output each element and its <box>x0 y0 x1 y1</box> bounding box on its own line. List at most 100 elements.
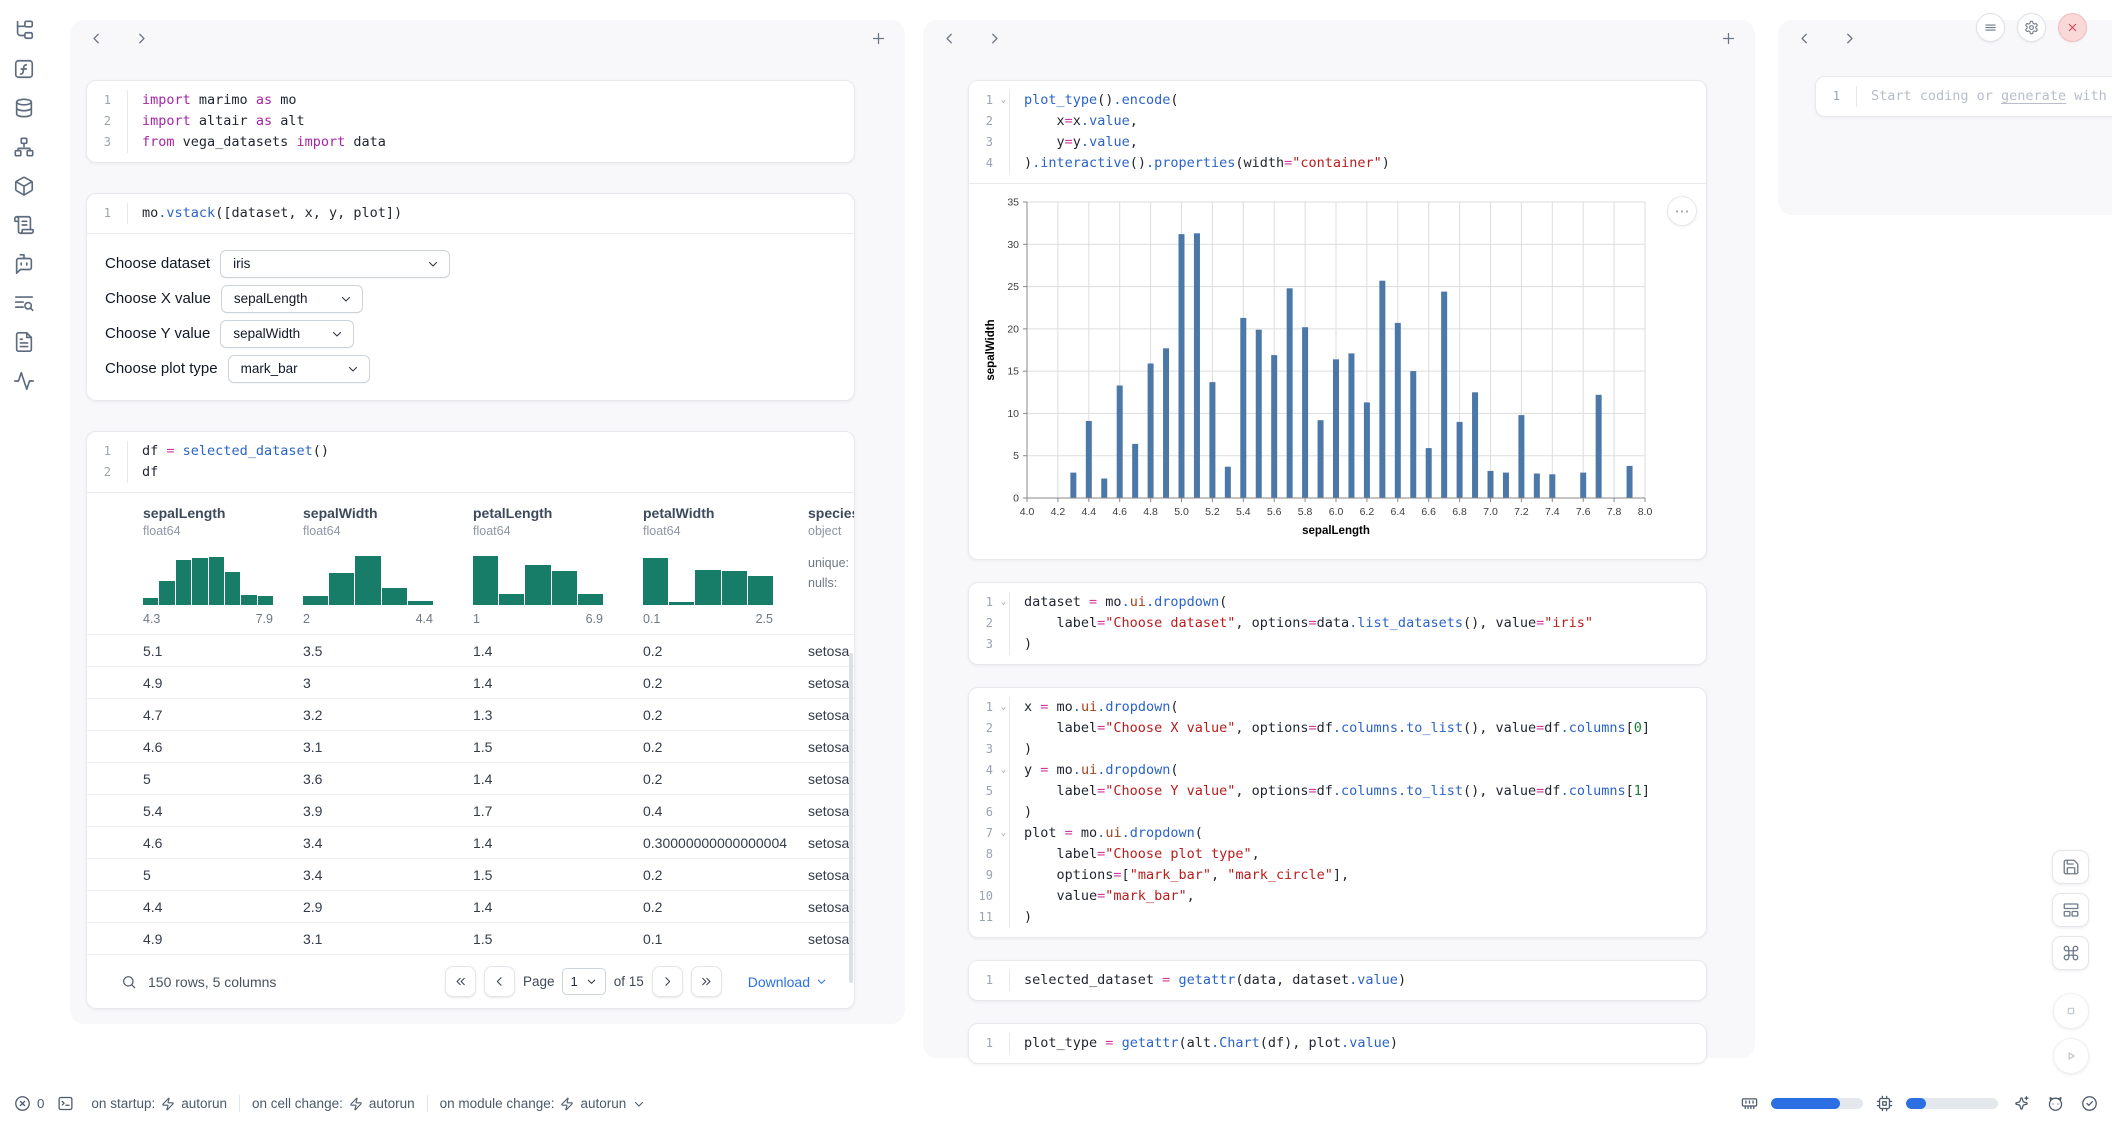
fold-chevron-icon[interactable]: ⌄ <box>1001 760 1006 781</box>
table-row[interactable]: 5.43.91.70.4setosa <box>87 794 854 826</box>
table-scrollbar[interactable] <box>849 653 853 983</box>
cell-output-chart: ⋯ 4.04.24.44.64.85.05.25.45.65.86.06.26.… <box>969 183 1706 559</box>
code-editor[interactable]: 1import marimo as mo2import altair as al… <box>87 81 854 162</box>
generate-with-ai-link[interactable]: generate <box>2001 88 2066 104</box>
runtime-config-on-cell-change[interactable]: on cell change:autorun <box>246 1095 421 1112</box>
terminal-button[interactable] <box>55 1093 76 1114</box>
column-header-petalLength[interactable]: petalLengthfloat6416.9 <box>473 505 643 626</box>
add-cell-button[interactable] <box>1718 28 1739 52</box>
close-panel-button[interactable] <box>2058 13 2087 42</box>
fold-chevron-icon[interactable]: ⌄ <box>1001 90 1006 111</box>
table-row[interactable]: 53.41.50.2setosa <box>87 858 854 890</box>
run-all-button[interactable] <box>2053 1038 2089 1074</box>
cell-plot[interactable]: 1⌄plot_type().encode(2 x=x.value,3 y=y.v… <box>968 80 1707 560</box>
code-line: 2df <box>87 462 854 483</box>
cell-dataset-dropdown[interactable]: 1⌄dataset = mo.ui.dropdown(2 label="Choo… <box>968 582 1707 665</box>
dataset-select[interactable]: iris <box>220 250 450 278</box>
errors-button[interactable]: 0 <box>12 1093 46 1114</box>
first-page-button[interactable] <box>445 966 476 997</box>
cell-xy-plot-dropdowns[interactable]: 1⌄x = mo.ui.dropdown(2 label="Choose X v… <box>968 687 1707 938</box>
panel-back-button[interactable] <box>1794 28 1815 52</box>
chart-options-button[interactable]: ⋯ <box>1667 196 1697 226</box>
sidebar-item-ai-chat[interactable] <box>11 252 37 278</box>
search-icon[interactable] <box>121 974 137 990</box>
command-icon <box>2062 944 2080 962</box>
save-button[interactable] <box>2052 850 2089 884</box>
fold-chevron-icon[interactable]: ⌄ <box>1001 697 1006 718</box>
sidebar-item-tracing[interactable] <box>11 369 37 395</box>
sidebar-item-packages[interactable] <box>11 174 37 200</box>
chevrons-left-icon <box>453 974 468 989</box>
code-editor[interactable]: 1plot_type = getattr(alt.Chart(df), plot… <box>969 1024 1706 1063</box>
table-row[interactable]: 53.61.40.2setosa <box>87 762 854 794</box>
sidebar-item-files[interactable] <box>11 18 37 44</box>
panel-forward-button[interactable] <box>131 28 152 52</box>
sidebar-item-snippets[interactable] <box>11 291 37 317</box>
code-editor[interactable]: 1df = selected_dataset()2df <box>87 432 854 492</box>
sidebar-item-dependency-graph[interactable] <box>11 135 37 161</box>
command-palette-button[interactable] <box>2052 936 2089 970</box>
panel-back-button[interactable] <box>86 28 107 52</box>
feedback-button[interactable] <box>2045 1093 2066 1114</box>
table-row[interactable]: 4.931.40.2setosa <box>87 666 854 698</box>
bot-icon <box>13 253 35 275</box>
sidebar-item-variables[interactable] <box>11 57 37 83</box>
column-header-species[interactable]: speciesobjectunique:nulls: <box>808 505 855 626</box>
table-cell: 1.4 <box>473 675 643 691</box>
column-header-sepalWidth[interactable]: sepalWidthfloat6424.4 <box>303 505 473 626</box>
last-page-button[interactable] <box>691 966 722 997</box>
sidebar-item-logs[interactable] <box>11 213 37 239</box>
layout-button[interactable] <box>2052 893 2089 927</box>
column-header-petalWidth[interactable]: petalWidthfloat640.12.5 <box>643 505 808 626</box>
cell-imports[interactable]: 1import marimo as mo2import altair as al… <box>86 80 855 163</box>
cell-selected-dataset[interactable]: 1selected_dataset = getattr(data, datase… <box>968 960 1707 1001</box>
cell-plot-type[interactable]: 1plot_type = getattr(alt.Chart(df), plot… <box>968 1023 1707 1064</box>
table-row[interactable]: 4.63.41.40.30000000000000004setosa <box>87 826 854 858</box>
table-row[interactable]: 4.42.91.40.2setosa <box>87 890 854 922</box>
code-line: 1plot_type = getattr(alt.Chart(df), plot… <box>969 1033 1706 1054</box>
code-placeholder[interactable]: Start coding or generate with AI <box>1856 86 2112 107</box>
download-button[interactable]: Download <box>742 973 834 991</box>
settings-button[interactable] <box>2017 13 2046 42</box>
column-header-sepalLength[interactable]: sepalLengthfloat644.37.9 <box>143 505 303 626</box>
y-value-select[interactable]: sepalWidth <box>220 320 354 348</box>
stop-kernel-button[interactable] <box>2053 993 2089 1029</box>
page-select[interactable]: 1 <box>562 968 605 995</box>
fold-chevron-icon[interactable]: ⌄ <box>1001 823 1006 844</box>
runtime-config-on-module-change[interactable]: on module change:autorun <box>434 1095 653 1112</box>
menu-button[interactable] <box>1976 13 2005 42</box>
panel-header <box>923 20 1755 60</box>
sidebar-item-data-sources[interactable] <box>11 96 37 122</box>
table-row[interactable]: 4.63.11.50.2setosa <box>87 730 854 762</box>
panel-forward-button[interactable] <box>984 28 1005 52</box>
svg-text:4.6: 4.6 <box>1112 506 1127 518</box>
code-editor[interactable]: 1 Start coding or generate with AI <box>1816 77 2112 116</box>
code-editor[interactable]: 1⌄plot_type().encode(2 x=x.value,3 y=y.v… <box>969 81 1706 183</box>
add-cell-button[interactable] <box>868 28 889 52</box>
fold-chevron-icon[interactable]: ⌄ <box>1001 592 1006 613</box>
x-value-select[interactable]: sepalLength <box>221 285 363 313</box>
ai-assist-button[interactable] <box>2011 1093 2032 1114</box>
code-line: 4⌄y = mo.ui.dropdown( <box>969 760 1706 781</box>
plot-type-select[interactable]: mark_bar <box>228 355 370 383</box>
table-row[interactable]: 4.93.11.50.1setosa <box>87 922 854 954</box>
code-editor[interactable]: 1selected_dataset = getattr(data, datase… <box>969 961 1706 1000</box>
connection-status-button[interactable] <box>2079 1093 2100 1114</box>
code-editor[interactable]: 1⌄dataset = mo.ui.dropdown(2 label="Choo… <box>969 583 1706 664</box>
column-type: object <box>808 524 855 538</box>
table-row[interactable]: 4.73.21.30.2setosa <box>87 698 854 730</box>
bar-chart[interactable]: 4.04.24.44.64.85.05.25.45.65.86.06.26.46… <box>981 192 1657 544</box>
cell-dataframe[interactable]: 1df = selected_dataset()2df sepalLengthf… <box>86 431 855 1009</box>
code-editor[interactable]: 1mo.vstack([dataset, x, y, plot]) <box>87 194 854 233</box>
panel-back-button[interactable] <box>939 28 960 52</box>
code-editor[interactable]: 1⌄x = mo.ui.dropdown(2 label="Choose X v… <box>969 688 1706 937</box>
sidebar-item-documentation[interactable] <box>11 330 37 356</box>
panel-forward-button[interactable] <box>1839 28 1860 52</box>
chevron-right-icon <box>1841 30 1858 47</box>
cell-empty[interactable]: 1 Start coding or generate with AI <box>1815 76 2112 117</box>
next-page-button[interactable] <box>652 966 683 997</box>
runtime-config-on-startup[interactable]: on startup:autorun <box>85 1095 233 1112</box>
cell-vstack[interactable]: 1mo.vstack([dataset, x, y, plot]) Choose… <box>86 193 855 401</box>
previous-page-button[interactable] <box>484 966 515 997</box>
table-row[interactable]: 5.13.51.40.2setosa <box>87 634 854 666</box>
